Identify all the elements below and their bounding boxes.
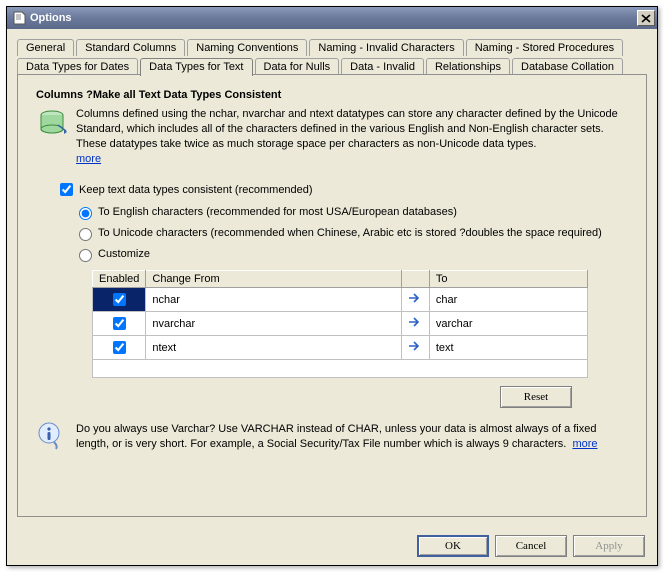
tip-block: Do you always use Varchar? Use VARCHAR i… (36, 422, 628, 453)
arrow-icon (401, 288, 429, 312)
col-enabled[interactable]: Enabled (93, 271, 146, 288)
tabs-row-1: GeneralStandard ColumnsNaming Convention… (17, 37, 647, 56)
tip-text-wrap: Do you always use Varchar? Use VARCHAR i… (76, 422, 628, 453)
radio-unicode[interactable] (79, 228, 92, 241)
radio-unicode-row: To Unicode characters (recommended when … (74, 225, 628, 241)
table-row[interactable]: nvarchar varchar (93, 312, 588, 336)
window-title: Options (30, 12, 637, 24)
row-to: varchar (429, 312, 587, 336)
button-bar: OK Cancel Apply (7, 527, 657, 565)
radio-customize-row: Customize (74, 246, 628, 262)
tab-data-for-nulls[interactable]: Data for Nulls (255, 58, 340, 75)
row-enabled-checkbox[interactable] (113, 317, 126, 330)
tip-more-link[interactable]: more (572, 438, 597, 450)
radio-english-row: To English characters (recommended for m… (74, 204, 628, 220)
tab-naming-conventions[interactable]: Naming Conventions (187, 39, 307, 56)
radio-customize-label[interactable]: Customize (98, 247, 628, 261)
row-from: ntext (146, 336, 401, 360)
keep-consistent-checkbox[interactable] (60, 183, 73, 196)
tab-naming-stored-procedures[interactable]: Naming - Stored Procedures (466, 39, 623, 56)
tab-data-types-for-dates[interactable]: Data Types for Dates (17, 58, 138, 75)
tab-relationships[interactable]: Relationships (426, 58, 510, 75)
row-to: char (429, 288, 587, 312)
tab-data-types-for-text[interactable]: Data Types for Text (140, 58, 252, 76)
info-icon (36, 422, 68, 453)
row-enabled-checkbox[interactable] (113, 341, 126, 354)
arrow-icon (401, 336, 429, 360)
tab-database-collation[interactable]: Database Collation (512, 58, 623, 75)
close-button[interactable] (637, 10, 655, 26)
tab-pane: Columns ?Make all Text Data Types Consis… (17, 74, 647, 517)
col-to[interactable]: To (429, 271, 587, 288)
options-window: Options GeneralStandard ColumnsNaming Co… (6, 6, 658, 566)
radio-english[interactable] (79, 207, 92, 220)
mapping-table-wrap: Enabled Change From To ncharcharnvarchar… (92, 270, 588, 378)
ok-button[interactable]: OK (417, 535, 489, 557)
row-from: nchar (146, 288, 401, 312)
col-from[interactable]: Change From (146, 271, 401, 288)
more-link[interactable]: more (76, 153, 101, 165)
section-heading: Columns ?Make all Text Data Types Consis… (36, 89, 628, 101)
titlebar: Options (7, 7, 657, 29)
cancel-button[interactable]: Cancel (495, 535, 567, 557)
tabs-row-2: Data Types for DatesData Types for TextD… (17, 56, 647, 75)
arrow-icon (401, 312, 429, 336)
reset-row: Reset (36, 386, 572, 408)
mapping-table: Enabled Change From To ncharcharnvarchar… (92, 270, 588, 378)
database-icon (36, 107, 68, 142)
row-to: text (429, 336, 587, 360)
tab-general[interactable]: General (17, 39, 74, 56)
row-from: nvarchar (146, 312, 401, 336)
table-row[interactable]: nchar char (93, 288, 588, 312)
tab-standard-columns[interactable]: Standard Columns (76, 39, 185, 56)
tab-naming-invalid-characters[interactable]: Naming - Invalid Characters (309, 39, 463, 56)
col-arrow (401, 271, 429, 288)
row-enabled-checkbox[interactable] (113, 293, 126, 306)
description-text: Columns defined using the nchar, nvarcha… (76, 108, 618, 150)
radio-customize[interactable] (79, 249, 92, 262)
tip-text: Do you always use Varchar? Use VARCHAR i… (76, 423, 596, 450)
keep-consistent-label[interactable]: Keep text data types consistent (recomme… (79, 184, 313, 196)
table-row[interactable]: ntext text (93, 336, 588, 360)
content-area: GeneralStandard ColumnsNaming Convention… (7, 29, 657, 527)
radio-unicode-label[interactable]: To Unicode characters (recommended when … (98, 226, 628, 240)
keep-consistent-row: Keep text data types consistent (recomme… (56, 180, 628, 199)
description-block: Columns defined using the nchar, nvarcha… (76, 107, 628, 166)
apply-button[interactable]: Apply (573, 535, 645, 557)
reset-button[interactable]: Reset (500, 386, 572, 408)
app-icon (11, 11, 26, 26)
tab-data-invalid[interactable]: Data - Invalid (341, 58, 424, 75)
radio-english-label[interactable]: To English characters (recommended for m… (98, 205, 628, 219)
